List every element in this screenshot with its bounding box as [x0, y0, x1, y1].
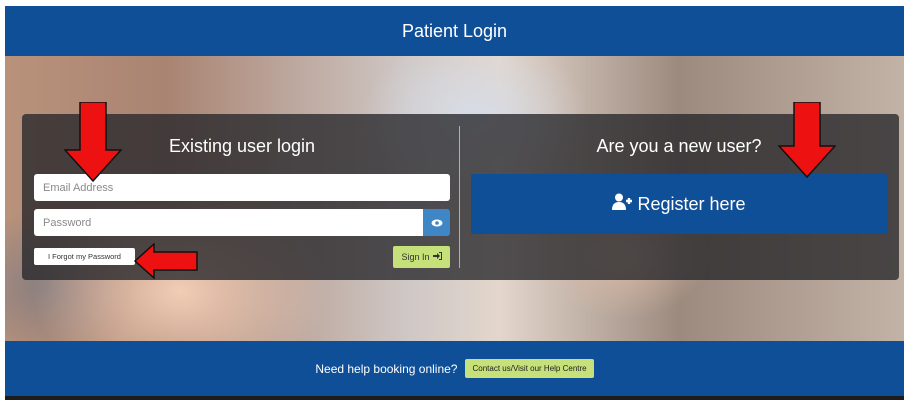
hero-background: Existing user login Email Address Passwo… [5, 56, 904, 341]
eye-icon [431, 216, 443, 230]
column-divider [459, 126, 460, 268]
user-plus-icon [612, 193, 633, 215]
sign-in-label: Sign In [401, 252, 430, 262]
page-title: Patient Login [401, 20, 508, 41]
help-text: Need help booking online? [315, 361, 458, 376]
password-input[interactable]: Password [34, 209, 423, 236]
arrow-down-icon [64, 102, 122, 182]
show-password-button[interactable] [423, 209, 450, 236]
forgot-password-label: I Forgot my Password [48, 252, 121, 261]
page-header: Patient Login [5, 6, 904, 56]
arrow-left-icon [134, 243, 198, 279]
contact-help-button[interactable]: Contact us/Visit our Help Centre [465, 359, 594, 378]
sign-in-icon [432, 252, 442, 262]
login-page: Patient Login Existing user login Email … [5, 6, 904, 400]
register-label: Register here [637, 193, 746, 214]
bottom-strip [5, 396, 904, 400]
forgot-password-button[interactable]: I Forgot my Password [34, 248, 135, 265]
arrow-down-icon [778, 102, 836, 178]
register-button[interactable]: Register here [471, 174, 887, 234]
password-placeholder: Password [43, 216, 92, 229]
email-placeholder: Email Address [43, 181, 114, 194]
sign-in-button[interactable]: Sign In [393, 246, 450, 268]
help-footer: Need help booking online? Contact us/Vis… [5, 341, 904, 396]
